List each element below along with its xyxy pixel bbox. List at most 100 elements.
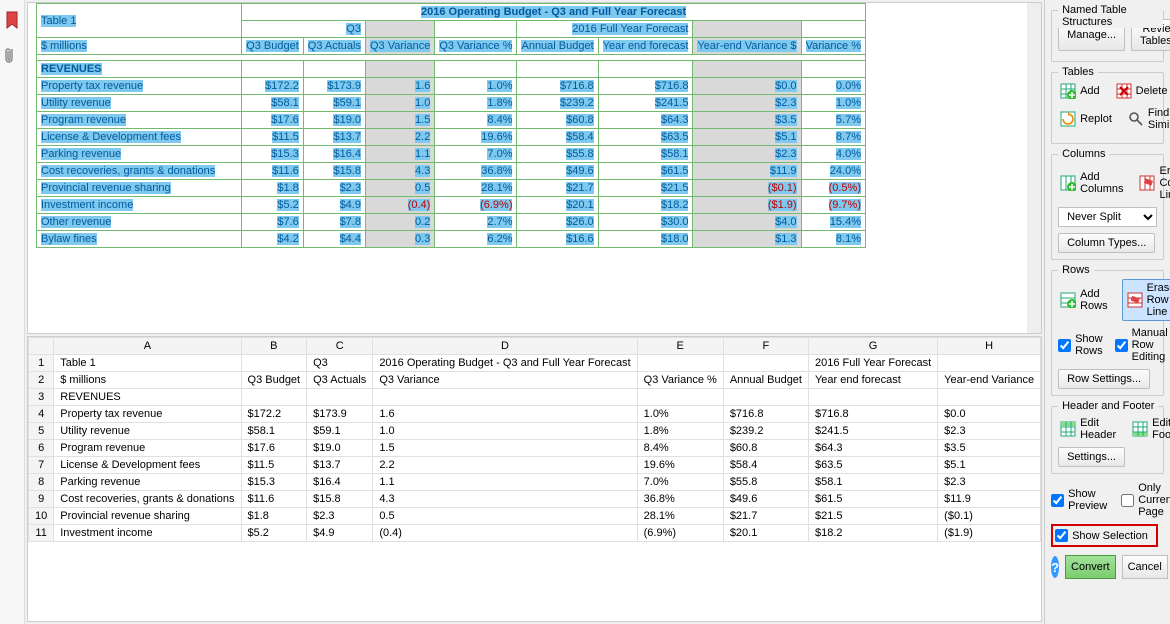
grid-cell[interactable]	[637, 389, 723, 406]
grid-cell[interactable]: $2.3	[307, 508, 373, 525]
grid-cell[interactable]: $58.1	[241, 423, 307, 440]
grid-cell[interactable]: $19.0	[307, 440, 373, 457]
bookmark-icon[interactable]	[0, 8, 24, 32]
grid-cell[interactable]	[723, 355, 808, 372]
column-types-button[interactable]: Column Types...	[1058, 233, 1155, 253]
grid-cell[interactable]: $18.2	[808, 525, 937, 542]
grid-cell[interactable]: 36.8%	[637, 491, 723, 508]
col-header[interactable]: C	[307, 338, 373, 355]
hf-settings-button[interactable]: Settings...	[1058, 447, 1125, 467]
erase-row-button[interactable]: Erase Row Line	[1122, 279, 1170, 321]
grid-cell[interactable]: Q3 Variance	[373, 372, 637, 389]
only-current-checkbox[interactable]: Only Current Page	[1121, 482, 1170, 518]
grid-cell[interactable]: Q3 Budget	[241, 372, 307, 389]
grid-cell[interactable]: 0.5	[373, 508, 637, 525]
grid-cell[interactable]: ($1.9)	[938, 525, 1041, 542]
grid-cell[interactable]: $64.3	[808, 440, 937, 457]
row-header[interactable]: 3	[29, 389, 54, 406]
grid-cell[interactable]: 2.2	[373, 457, 637, 474]
grid-cell[interactable]	[808, 389, 937, 406]
grid-cell[interactable]: $58.1	[808, 474, 937, 491]
grid-cell[interactable]: $17.6	[241, 440, 307, 457]
grid-cell[interactable]: $59.1	[307, 423, 373, 440]
grid-cell[interactable]: 1.0%	[637, 406, 723, 423]
grid-cell[interactable]: Q3 Variance %	[637, 372, 723, 389]
grid-cell[interactable]: Cost recoveries, grants & donations	[54, 491, 241, 508]
col-header[interactable]: G	[808, 338, 937, 355]
grid-cell[interactable]: Utility revenue	[54, 423, 241, 440]
manual-row-checkbox[interactable]: Manual Row Editing	[1115, 327, 1168, 363]
add-rows-button[interactable]: Add Rows	[1058, 279, 1110, 321]
grid-cell[interactable]: $61.5	[808, 491, 937, 508]
convert-button[interactable]: Convert	[1065, 555, 1116, 579]
grid-cell[interactable]: 1.0	[373, 423, 637, 440]
grid-cell[interactable]: Q3	[307, 355, 373, 372]
grid-cell[interactable]	[938, 389, 1041, 406]
col-header[interactable]: E	[637, 338, 723, 355]
grid-cell[interactable]: 7.0%	[637, 474, 723, 491]
grid-cell[interactable]	[938, 355, 1041, 372]
grid-cell[interactable]: $716.8	[808, 406, 937, 423]
erase-column-button[interactable]: Erase Column Line	[1137, 163, 1170, 203]
edit-header-button[interactable]: Edit Header	[1058, 415, 1118, 443]
row-header[interactable]: 9	[29, 491, 54, 508]
delete-table-button[interactable]: Delete	[1114, 81, 1170, 101]
add-columns-button[interactable]: Add Columns	[1058, 163, 1125, 203]
grid-cell[interactable]: $3.5	[938, 440, 1041, 457]
help-icon[interactable]: ?	[1051, 556, 1059, 578]
grid-cell[interactable]: $173.9	[307, 406, 373, 423]
grid-cell[interactable]: Program revenue	[54, 440, 241, 457]
grid-cell[interactable]: $ millions	[54, 372, 241, 389]
row-header[interactable]: 2	[29, 372, 54, 389]
grid-cell[interactable]: $15.3	[241, 474, 307, 491]
row-header[interactable]: 6	[29, 440, 54, 457]
grid-cell[interactable]: (6.9%)	[637, 525, 723, 542]
grid-cell[interactable]: $1.8	[241, 508, 307, 525]
grid-cell[interactable]: 1.1	[373, 474, 637, 491]
grid-cell[interactable]: 1.6	[373, 406, 637, 423]
col-header[interactable]: A	[54, 338, 241, 355]
grid-cell[interactable]	[307, 389, 373, 406]
row-header[interactable]: 1	[29, 355, 54, 372]
grid-cell[interactable]: 1.5	[373, 440, 637, 457]
grid-cell[interactable]: $5.1	[938, 457, 1041, 474]
grid-cell[interactable]: $172.2	[241, 406, 307, 423]
grid-cell[interactable]: $15.8	[307, 491, 373, 508]
grid-cell[interactable]: $21.5	[808, 508, 937, 525]
col-header[interactable]: H	[938, 338, 1041, 355]
row-header[interactable]: 4	[29, 406, 54, 423]
grid-cell[interactable]	[241, 389, 307, 406]
grid-cell[interactable]	[637, 355, 723, 372]
add-table-button[interactable]: Add	[1058, 81, 1102, 101]
grid-cell[interactable]	[723, 389, 808, 406]
grid-cell[interactable]: 8.4%	[637, 440, 723, 457]
grid-cell[interactable]: 2016 Full Year Forecast	[808, 355, 937, 372]
grid-cell[interactable]: $60.8	[723, 440, 808, 457]
grid-cell[interactable]: $49.6	[723, 491, 808, 508]
grid-cell[interactable]: $0.0	[938, 406, 1041, 423]
row-header[interactable]: 8	[29, 474, 54, 491]
grid-cell[interactable]: (0.4)	[373, 525, 637, 542]
grid-cell[interactable]: $239.2	[723, 423, 808, 440]
grid-cell[interactable]: Investment income	[54, 525, 241, 542]
grid-cell[interactable]: $63.5	[808, 457, 937, 474]
grid-cell[interactable]: $11.6	[241, 491, 307, 508]
preview-vscroll[interactable]	[1027, 3, 1041, 333]
grid-cell[interactable]: Property tax revenue	[54, 406, 241, 423]
edit-footer-button[interactable]: Edit Footer	[1130, 415, 1170, 443]
grid-cell[interactable]: $55.8	[723, 474, 808, 491]
grid-cell[interactable]: 4.3	[373, 491, 637, 508]
col-header[interactable]: F	[723, 338, 808, 355]
grid-cell[interactable]: $5.2	[241, 525, 307, 542]
grid-cell[interactable]: $2.3	[938, 423, 1041, 440]
cancel-button[interactable]: Cancel	[1122, 555, 1168, 579]
grid-cell[interactable]: $2.3	[938, 474, 1041, 491]
grid-cell[interactable]: REVENUES	[54, 389, 241, 406]
grid-cell[interactable]: ($0.1)	[938, 508, 1041, 525]
grid-cell[interactable]: 28.1%	[637, 508, 723, 525]
grid-cell[interactable]: License & Development fees	[54, 457, 241, 474]
grid-cell[interactable]: Table 1	[54, 355, 241, 372]
find-similar-button[interactable]: Find Similar	[1126, 105, 1170, 133]
col-header[interactable]: D	[373, 338, 637, 355]
grid-cell[interactable]: Year-end Variance	[938, 372, 1041, 389]
